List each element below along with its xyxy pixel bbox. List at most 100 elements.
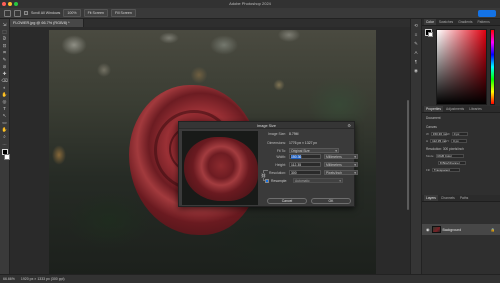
tool-icon[interactable]: … xyxy=(2,142,8,147)
canvas-w-row: W 150.36 mm X0 px xyxy=(426,132,468,137)
resample-label: Resample: xyxy=(271,178,288,183)
resolution-row: Resolution: 300 Pixels/Inch xyxy=(263,170,358,175)
fit-to-select[interactable]: Original Size xyxy=(289,148,339,153)
h-input[interactable]: 112.35 mm xyxy=(430,139,447,144)
x-input[interactable]: 0 px xyxy=(451,132,468,137)
share-button[interactable] xyxy=(478,10,496,17)
layer-name: Background xyxy=(442,227,462,232)
tool-icon[interactable]: ⌕ xyxy=(2,135,8,140)
hand-tool-icon[interactable] xyxy=(14,9,21,17)
fill-select[interactable]: Transparent xyxy=(431,168,460,173)
y-label: Y xyxy=(447,139,450,143)
right-panels: Color Swatches Gradients Patterns Proper… xyxy=(422,19,500,274)
background-swatch[interactable] xyxy=(428,32,433,37)
tool-icon[interactable]: ⌗ xyxy=(2,51,8,56)
tool-icon[interactable]: ⊘ xyxy=(2,65,8,70)
brush-settings-icon[interactable]: ✎ xyxy=(413,41,419,46)
glyphs-icon[interactable]: ◉ xyxy=(413,68,419,73)
mode-label: Mode xyxy=(426,154,434,158)
home-icon[interactable] xyxy=(4,9,11,17)
properties-document-label: Document xyxy=(426,116,441,120)
color-picker-field[interactable] xyxy=(436,29,487,105)
options-bar: Scroll All Windows 100% Fit Screen Fill … xyxy=(0,8,500,19)
tool-icon[interactable]: ✎ xyxy=(2,58,8,63)
document-info[interactable]: 1920 px × 1333 px (300 ppi) xyxy=(21,277,65,281)
cancel-button[interactable]: Cancel xyxy=(267,198,307,204)
tool-icon[interactable]: ⊡ xyxy=(2,44,8,49)
tab-channels[interactable]: Channels xyxy=(439,195,457,201)
paragraph-icon[interactable]: ¶ xyxy=(413,59,419,64)
fit-screen-button[interactable]: Fit Screen xyxy=(83,9,108,17)
tool-icon[interactable]: T xyxy=(2,107,8,112)
zoom-level[interactable]: 66.66% xyxy=(3,277,15,281)
tab-gradients[interactable]: Gradients xyxy=(456,19,474,25)
tool-icon[interactable]: ◎ xyxy=(2,100,8,105)
title-bar: Adobe Photoshop 2024 xyxy=(0,0,500,8)
tool-icon[interactable]: ⌫ xyxy=(1,79,7,84)
fit-to-row: Fit To: Original Size xyxy=(263,148,339,153)
height-label: Height: xyxy=(275,162,286,167)
scroll-all-windows-checkbox[interactable] xyxy=(24,11,28,15)
ok-button[interactable]: OK xyxy=(311,198,351,204)
hue-slider[interactable] xyxy=(490,29,495,105)
tool-icon[interactable]: ✚ xyxy=(2,72,8,77)
layers-panel-tabs: Layers Channels Paths xyxy=(422,195,500,202)
mode-select[interactable]: RGB Color xyxy=(435,154,464,159)
lock-icon[interactable]: 🔒 xyxy=(491,228,495,232)
properties-panel-tabs: Properties Adjustments Libraries xyxy=(422,106,500,113)
resolution-label: Resolution: xyxy=(269,170,286,175)
tool-icon[interactable]: ⇲ xyxy=(2,23,8,28)
width-row: Width: 150.36 Millimeters xyxy=(263,154,358,159)
tool-icon[interactable]: ↖ xyxy=(2,114,8,119)
width-input[interactable]: 150.36 xyxy=(289,154,321,159)
tool-icon[interactable]: ᘐ xyxy=(2,37,8,42)
bits-row: 8 Bits/Channel xyxy=(436,161,466,166)
tab-properties[interactable]: Properties xyxy=(424,106,444,112)
properties-icon[interactable]: ≡ xyxy=(413,32,419,37)
resolution-unit-select[interactable]: Pixels/Inch xyxy=(324,170,358,175)
height-row: Height: 112.35 Millimeters xyxy=(263,162,358,167)
tab-patterns[interactable]: Patterns xyxy=(475,19,491,25)
character-icon[interactable]: A xyxy=(413,50,419,55)
gear-icon[interactable]: ⚙ xyxy=(347,123,351,128)
zoom-100-button[interactable]: 100% xyxy=(63,9,81,17)
height-input[interactable]: 112.35 xyxy=(289,162,321,167)
dimensions-row: Dimensions: 1776 px × 1327 px xyxy=(263,140,317,145)
fill-label: Fill xyxy=(426,168,430,172)
resample-checkbox[interactable] xyxy=(265,178,269,183)
panel-icon-strip: ⟲ ≡ ✎ A ¶ ◉ xyxy=(410,19,422,274)
tool-icon[interactable]: ✋ xyxy=(2,128,8,133)
layer-row[interactable]: ◉ Background 🔒 xyxy=(422,224,500,235)
document-tab[interactable]: FLOWER.jpg @ 66.7% (RGB/8) * xyxy=(10,19,84,27)
fill-row: Fill Transparent xyxy=(426,168,460,173)
tab-color[interactable]: Color xyxy=(424,19,436,25)
resolution-input[interactable]: 300 xyxy=(289,170,321,175)
history-icon[interactable]: ⟲ xyxy=(413,23,419,28)
tab-libraries[interactable]: Libraries xyxy=(467,106,484,112)
fill-screen-button[interactable]: Fill Screen xyxy=(110,9,136,17)
height-unit-select[interactable]: Millimeters xyxy=(324,162,358,167)
dialog-preview[interactable] xyxy=(182,131,258,205)
tab-layers[interactable]: Layers xyxy=(424,195,438,201)
visibility-eye-icon[interactable]: ◉ xyxy=(426,227,430,232)
properties-canvas-label: Canvas xyxy=(426,125,437,129)
vertical-scrollbar[interactable] xyxy=(407,100,409,210)
w-input[interactable]: 150.36 mm xyxy=(430,132,448,137)
image-size-value: 8.79M xyxy=(289,131,299,136)
tab-swatches[interactable]: Swatches xyxy=(437,19,455,25)
image-size-dialog: Image Size ⚙ Image Size: 8.79M Dimension… xyxy=(178,121,358,207)
mode-row: Mode RGB Color xyxy=(426,154,464,159)
background-color-swatch[interactable] xyxy=(3,154,10,160)
width-unit-select[interactable]: Millimeters xyxy=(324,154,358,159)
tool-icon[interactable]: ⬚ xyxy=(2,30,8,35)
bits-select[interactable]: 8 Bits/Channel xyxy=(438,161,466,166)
photoshop-window: Adobe Photoshop 2024 Scroll All Windows … xyxy=(0,0,500,283)
y-input[interactable]: 0 px xyxy=(451,139,468,144)
tool-icon[interactable]: ▭ xyxy=(2,121,8,126)
tab-adjustments[interactable]: Adjustments xyxy=(444,106,466,112)
resample-select[interactable]: Automatic xyxy=(293,178,343,183)
tool-icon[interactable]: ◐ xyxy=(2,86,8,91)
tab-paths[interactable]: Paths xyxy=(458,195,470,201)
dimensions-value: 1776 px × 1327 px xyxy=(289,140,317,145)
tool-icon[interactable]: ✋ xyxy=(2,93,8,98)
